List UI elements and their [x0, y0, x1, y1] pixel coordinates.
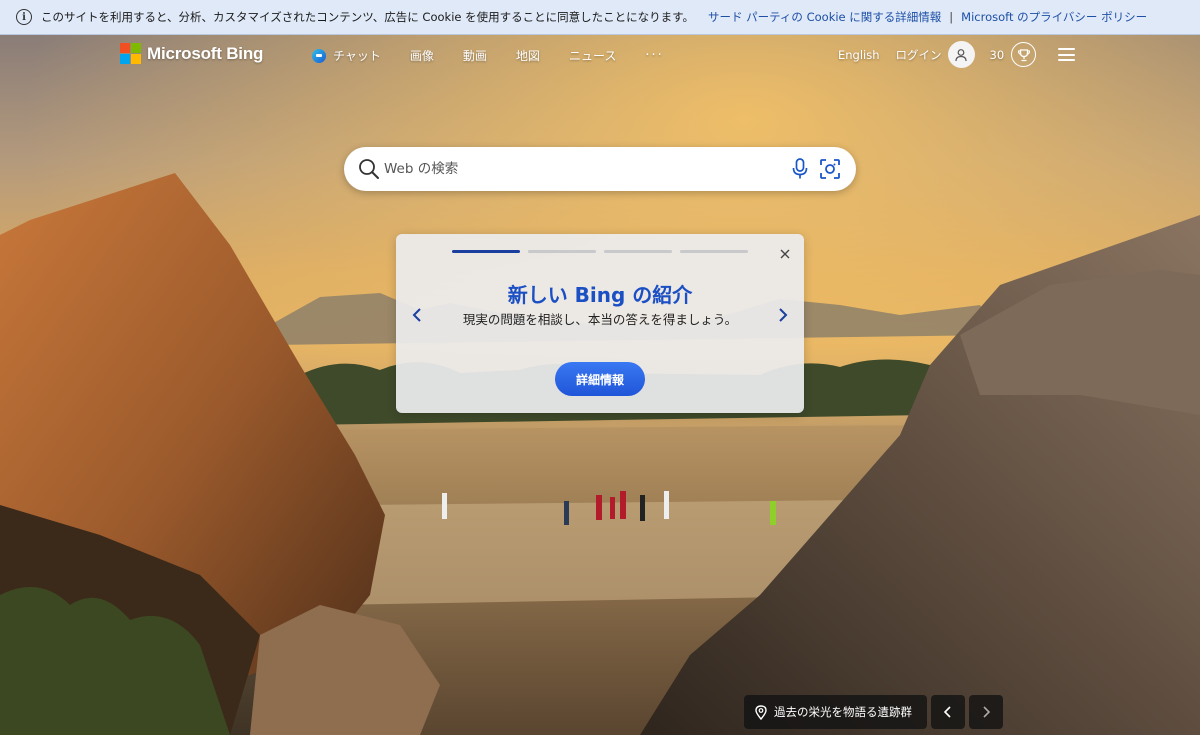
- nav-videos[interactable]: 動画: [463, 47, 487, 64]
- location-pin-icon: [755, 704, 767, 720]
- carousel-progress: [452, 250, 748, 253]
- chevron-left-icon: [943, 706, 951, 718]
- language-toggle[interactable]: English: [838, 48, 880, 62]
- third-party-cookie-link[interactable]: サード パーティの Cookie に関する詳細情報: [708, 9, 941, 25]
- promo-title: 新しい Bing の紹介: [507, 283, 693, 307]
- next-image-button[interactable]: [969, 695, 1003, 729]
- promo-description: 現実の問題を相談し、本当の答えを得ましょう。: [462, 312, 738, 327]
- privacy-policy-link[interactable]: Microsoft のプライバシー ポリシー: [961, 9, 1147, 25]
- cookie-separator: |: [949, 10, 954, 24]
- nav-news[interactable]: ニュース: [569, 47, 616, 64]
- progress-segment[interactable]: [680, 250, 748, 253]
- chevron-right-icon[interactable]: [771, 303, 795, 327]
- nav-images[interactable]: 画像: [410, 47, 434, 64]
- bing-logo[interactable]: Microsoft Bing: [120, 43, 263, 64]
- info-icon: i: [16, 9, 32, 25]
- nav-chat[interactable]: チャット: [312, 47, 381, 64]
- main-nav: チャット 画像 動画 地図 ニュース ···: [312, 47, 693, 64]
- chevron-right-icon: [983, 706, 991, 718]
- search-icon[interactable]: [358, 158, 380, 184]
- rewards-points[interactable]: 30: [990, 48, 1005, 62]
- trophy-icon[interactable]: [1011, 42, 1037, 67]
- new-bing-promo-card: 新しい Bing の紹介 現実の問題を相談し、本当の答えを得ましょう。 詳細情報: [396, 234, 804, 413]
- nav-more[interactable]: ···: [645, 48, 663, 63]
- visual-search-icon[interactable]: [819, 158, 841, 184]
- image-caption[interactable]: 過去の栄光を物語る遺跡群: [744, 695, 927, 729]
- progress-segment[interactable]: [528, 250, 596, 253]
- microsoft-logo-icon: [120, 43, 141, 64]
- nav-maps[interactable]: 地図: [516, 47, 540, 64]
- microphone-icon[interactable]: [791, 158, 809, 184]
- previous-image-button[interactable]: [931, 695, 965, 729]
- progress-segment[interactable]: [604, 250, 672, 253]
- copilot-chat-icon: [312, 48, 326, 63]
- avatar-icon[interactable]: [947, 41, 975, 68]
- search-box: [344, 147, 856, 191]
- progress-segment[interactable]: [452, 250, 520, 253]
- close-icon[interactable]: [778, 246, 792, 265]
- menu-icon[interactable]: [1058, 48, 1076, 61]
- chevron-left-icon[interactable]: [405, 303, 429, 327]
- header-right: English ログイン 30: [838, 41, 1076, 68]
- learn-more-button[interactable]: 詳細情報: [555, 362, 645, 396]
- nav-chat-label: チャット: [333, 49, 381, 63]
- cookie-consent-bar: i このサイトを利用すると、分析、カスタマイズされたコンテンツ、広告に Cook…: [0, 0, 1200, 35]
- top-header: Microsoft Bing チャット 画像 動画 地図 ニュース ··· En…: [0, 35, 1200, 75]
- search-input[interactable]: [384, 158, 784, 180]
- image-caption-text: 過去の栄光を物語る遺跡群: [774, 705, 912, 719]
- cookie-message: このサイトを利用すると、分析、カスタマイズされたコンテンツ、広告に Cookie…: [41, 10, 694, 24]
- brand-name: Microsoft Bing: [147, 43, 264, 63]
- login-link[interactable]: ログイン: [896, 47, 942, 63]
